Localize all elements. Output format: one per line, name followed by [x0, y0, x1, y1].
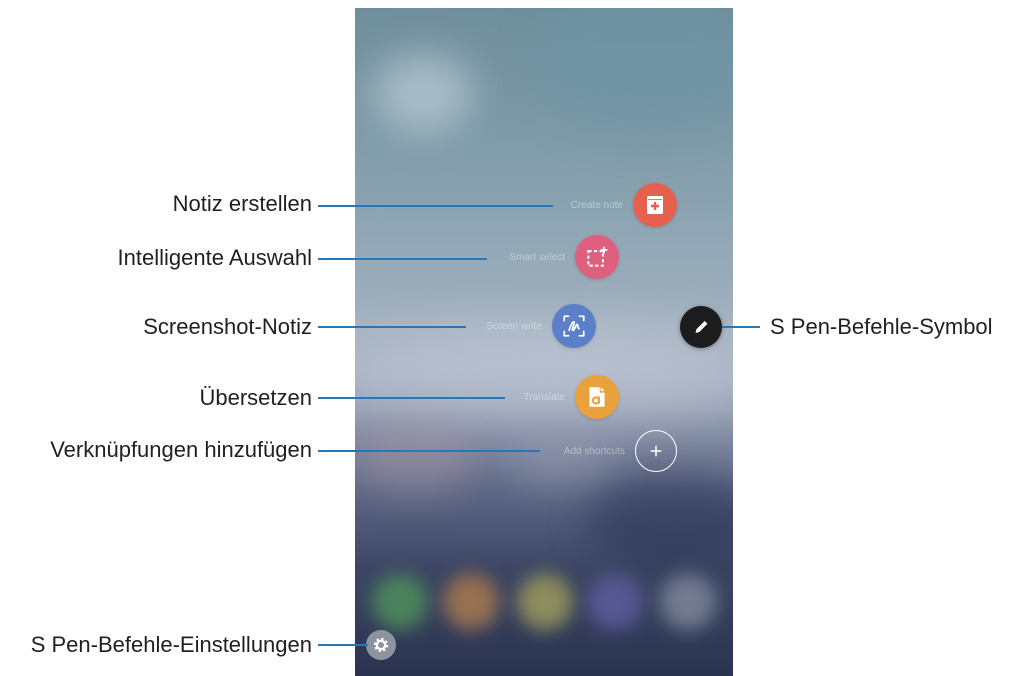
- phone-screen: Create note Smart select Screen write Tr…: [355, 8, 733, 676]
- callout-screen-write: Screenshot-Notiz: [143, 314, 312, 339]
- blurred-app-icon: [443, 574, 499, 630]
- menu-item-screen-write[interactable]: Screen write: [486, 304, 596, 348]
- menu-item-label: Smart select: [509, 251, 565, 263]
- callout-create-note: Notiz erstellen: [172, 191, 312, 216]
- add-shortcut-icon[interactable]: [635, 430, 677, 472]
- menu-item-smart-select[interactable]: Smart select: [509, 235, 619, 279]
- callout-smart-select: Intelligente Auswahl: [117, 245, 312, 270]
- callout-translate: Übersetzen: [199, 385, 312, 410]
- smart-select-icon[interactable]: [575, 235, 619, 279]
- callout-command-icon: S Pen-Befehle-Symbol: [770, 314, 993, 339]
- blurred-wallpaper: [535, 8, 733, 138]
- callout-line: [318, 397, 505, 399]
- callout-line: [318, 326, 466, 328]
- blurred-app-icon: [372, 574, 428, 630]
- blurred-wallpaper: [355, 423, 475, 493]
- menu-item-translate[interactable]: Translate: [524, 375, 619, 419]
- blurred-app-icon: [517, 574, 573, 630]
- menu-item-label: Translate: [523, 391, 565, 403]
- menu-item-label: Add shortcuts: [563, 445, 625, 457]
- callout-line: [722, 326, 760, 328]
- create-note-icon[interactable]: [633, 183, 677, 227]
- pen-icon[interactable]: [680, 306, 722, 348]
- menu-item-label: Create note: [570, 199, 623, 211]
- callout-line: [318, 258, 487, 260]
- blurred-app-icon: [660, 574, 716, 630]
- menu-item-label: Screen write: [486, 320, 542, 332]
- blurred-wallpaper: [373, 53, 473, 133]
- gear-icon[interactable]: [366, 630, 396, 660]
- screen-write-icon[interactable]: [552, 304, 596, 348]
- blurred-wallpaper: [585, 478, 733, 568]
- callout-settings: S Pen-Befehle-Einstellungen: [30, 632, 312, 657]
- translate-icon[interactable]: [575, 375, 619, 419]
- callout-line: [318, 450, 540, 452]
- menu-item-create-note[interactable]: Create note: [571, 183, 677, 227]
- menu-item-add-shortcuts[interactable]: Add shortcuts: [564, 430, 677, 472]
- callout-line: [318, 205, 553, 207]
- manual-figure: Create note Smart select Screen write Tr…: [0, 0, 1016, 676]
- callout-add-shortcuts: Verknüpfungen hinzufügen: [50, 437, 312, 462]
- callout-line: [318, 644, 368, 646]
- blurred-app-icon: [587, 574, 643, 630]
